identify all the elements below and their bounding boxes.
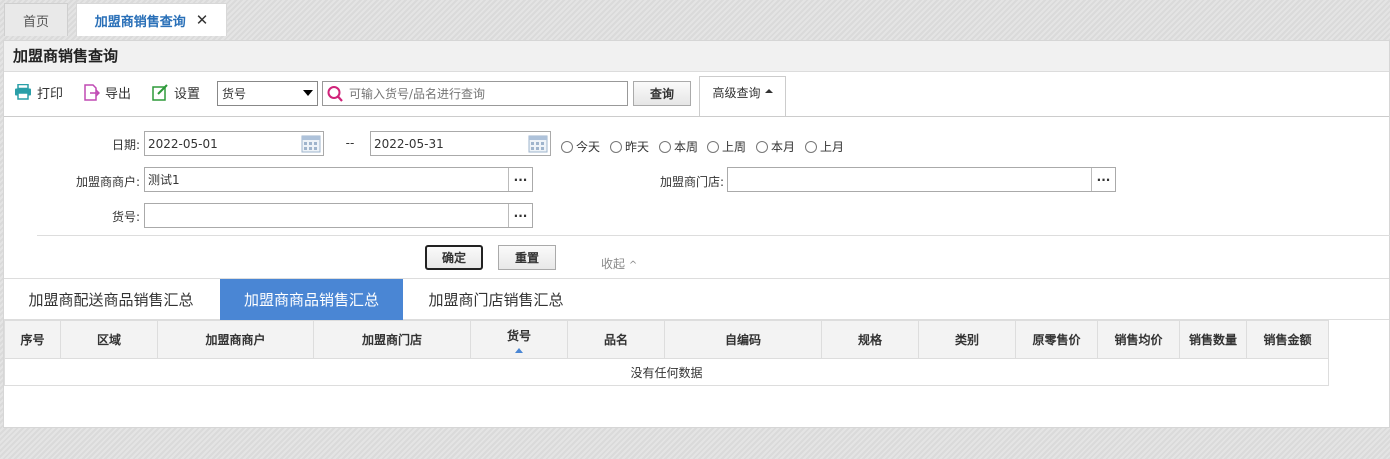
- date-label: 日期:: [111, 138, 140, 152]
- confirm-button[interactable]: 确定: [425, 245, 483, 270]
- print-label: 打印: [37, 86, 64, 102]
- calendar-icon[interactable]: [301, 134, 321, 153]
- column-header[interactable]: 销售数量: [1179, 320, 1247, 359]
- search-icon: [327, 85, 343, 102]
- radio-circle: [756, 140, 768, 153]
- column-header[interactable]: 加盟商商户: [157, 320, 314, 359]
- merchant-field[interactable]: 测试1 ···: [144, 167, 533, 192]
- radio-this-month[interactable]: 本月: [756, 138, 795, 155]
- date-range-separator: --: [345, 136, 355, 150]
- sku-picker-button[interactable]: ···: [508, 204, 532, 227]
- radio-last-week[interactable]: 上周: [707, 138, 746, 155]
- column-header[interactable]: 销售金额: [1246, 320, 1329, 359]
- radio-circle: [561, 140, 573, 153]
- table-row: 没有任何数据: [4, 358, 1329, 386]
- column-header-label: 货号: [506, 328, 531, 343]
- radio-circle: [610, 140, 622, 153]
- column-header[interactable]: 自编码: [664, 320, 822, 359]
- data-table: 序号 区域 加盟商商户 加盟商门店 货号 品名 自编码 规格 类别 原零售价 销…: [4, 320, 1329, 386]
- sort-asc-icon: [515, 347, 523, 353]
- advanced-query-toggle[interactable]: 高级查询: [699, 76, 786, 117]
- column-header[interactable]: 序号: [4, 320, 61, 359]
- date-to-field[interactable]: 2022-05-31: [370, 131, 551, 156]
- caret-up-icon: [764, 89, 773, 93]
- main-panel: 加盟商销售查询 打印 导出 设置 货号 可输入货号/品名进行查询 查询 高级查询…: [3, 40, 1390, 428]
- export-label: 导出: [105, 86, 132, 102]
- print-button[interactable]: 打印: [14, 74, 63, 110]
- tab-store-sales-summary[interactable]: 加盟商门店销售汇总: [403, 279, 589, 320]
- column-header[interactable]: 销售均价: [1097, 320, 1180, 359]
- tab-franchise-sales-query[interactable]: 加盟商销售查询 ✕: [76, 3, 227, 36]
- column-header[interactable]: 原零售价: [1015, 320, 1098, 359]
- date-from-field[interactable]: 2022-05-01: [144, 131, 324, 156]
- store-picker-button[interactable]: ···: [1091, 168, 1115, 191]
- radio-last-week-label: 上周: [722, 140, 747, 154]
- search-field-select-value: 货号: [222, 87, 247, 101]
- merchant-picker-button[interactable]: ···: [508, 168, 532, 191]
- radio-circle: [659, 140, 671, 153]
- report-tabs: 加盟商配送商品销售汇总 加盟商商品销售汇总 加盟商门店销售汇总: [4, 278, 1389, 320]
- table-header-row: 序号 区域 加盟商商户 加盟商门店 货号 品名 自编码 规格 类别 原零售价 销…: [4, 320, 1329, 359]
- date-to-value: 2022-05-31: [374, 136, 444, 151]
- settings-button[interactable]: 设置: [152, 74, 200, 110]
- sku-field[interactable]: ···: [144, 203, 533, 228]
- tab-home[interactable]: 首页: [4, 3, 68, 36]
- store-field[interactable]: ···: [727, 167, 1116, 192]
- date-from-value: 2022-05-01: [148, 136, 218, 151]
- column-header[interactable]: 规格: [821, 320, 919, 359]
- radio-yesterday[interactable]: 昨天: [610, 138, 649, 155]
- radio-yesterday-label: 昨天: [625, 140, 650, 154]
- calendar-icon[interactable]: [528, 134, 548, 153]
- radio-today-label: 今天: [576, 140, 601, 154]
- chevron-down-icon: [303, 90, 313, 96]
- search-field-select[interactable]: 货号: [217, 81, 318, 106]
- tab-goods-sales-summary[interactable]: 加盟商商品销售汇总: [220, 279, 403, 320]
- collapse-label: 收起: [601, 257, 626, 271]
- empty-message: 没有任何数据: [4, 358, 1329, 386]
- printer-icon: [15, 84, 31, 100]
- collapse-toggle[interactable]: 收起 ^: [601, 255, 637, 272]
- column-header-sorted[interactable]: 货号: [470, 320, 568, 359]
- tab-strip: 首页 加盟商销售查询 ✕: [0, 0, 1390, 36]
- column-header[interactable]: 加盟商门店: [313, 320, 471, 359]
- column-header[interactable]: 区域: [60, 320, 158, 359]
- export-button[interactable]: 导出: [84, 74, 131, 110]
- radio-last-month-label: 上月: [820, 140, 845, 154]
- radio-this-month-label: 本月: [771, 140, 796, 154]
- advanced-query-label: 高级查询: [712, 86, 761, 100]
- merchant-label: 加盟商商户:: [75, 175, 140, 189]
- tab-delivery-goods-summary[interactable]: 加盟商配送商品销售汇总: [4, 279, 218, 320]
- column-header[interactable]: 类别: [918, 320, 1016, 359]
- merchant-value: 测试1: [148, 173, 180, 187]
- radio-this-week[interactable]: 本周: [659, 138, 698, 155]
- divider: [4, 116, 1389, 117]
- radio-this-week-label: 本周: [674, 140, 699, 154]
- radio-today[interactable]: 今天: [561, 138, 600, 155]
- page-title: 加盟商销售查询: [4, 41, 1389, 72]
- column-header[interactable]: 品名: [567, 320, 665, 359]
- toolbar: 打印 导出 设置 货号 查询: [4, 74, 1389, 117]
- tab-home-label: 首页: [22, 14, 49, 30]
- query-button[interactable]: 查询: [633, 81, 691, 106]
- search-box: [322, 81, 628, 106]
- radio-last-month[interactable]: 上月: [805, 138, 844, 155]
- radio-circle: [707, 140, 719, 153]
- divider: [37, 235, 1390, 236]
- reset-button[interactable]: 重置: [498, 245, 556, 270]
- sku-label: 货号:: [111, 210, 140, 224]
- store-label: 加盟商门店:: [659, 175, 724, 189]
- close-icon[interactable]: ✕: [196, 11, 209, 29]
- tab-active-label: 加盟商销售查询: [94, 14, 186, 30]
- search-input[interactable]: [346, 86, 627, 101]
- radio-circle: [805, 140, 817, 153]
- chevron-up-icon: ^: [628, 260, 638, 271]
- settings-label: 设置: [174, 86, 201, 102]
- edit-settings-icon: [152, 83, 168, 101]
- export-icon: [84, 83, 100, 101]
